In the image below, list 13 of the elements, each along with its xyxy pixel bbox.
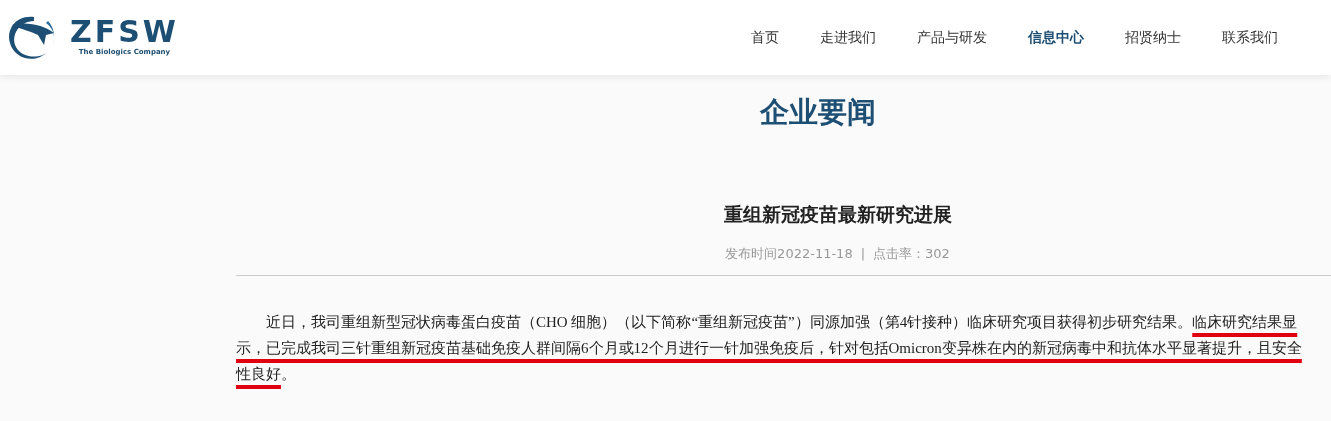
article-paragraph: 近日，我司重组新型冠状病毒蛋白疫苗（CHO 细胞）（以下简称“重组新冠疫苗”）同源加强（第4针接种）临床研究项目获得初步研究结果。临床研究结果显示，已完成我司三针重组新冠疫苗基础免疫人群间隔6个月或12个月进行一针加强免疫后，针对包括Omicron变异株在内的新冠病毒中和抗体水平显著提升，且安全性良好。 (236, 312, 1303, 384)
publish-date: 发布时间2022-11-18 (725, 245, 853, 264)
view-count: 点击率：302 (873, 245, 950, 264)
article-title: 重组新冠疫苗最新研究进展 (723, 201, 952, 227)
nav-link[interactable]: 信息中心 (1028, 27, 1084, 48)
nav-link[interactable]: 招贤纳士 (1125, 27, 1181, 48)
logo-wordmark: ZFSW (70, 17, 179, 48)
meta-separator: | (860, 245, 866, 264)
nav-link[interactable]: 联系我们 (1222, 27, 1278, 48)
section-title: 企业要闻 (758, 94, 877, 130)
nav-link[interactable]: 产品与研发 (917, 27, 987, 48)
nav-link[interactable]: 首页 (751, 27, 779, 48)
nav-link[interactable]: 走进我们 (820, 27, 876, 48)
